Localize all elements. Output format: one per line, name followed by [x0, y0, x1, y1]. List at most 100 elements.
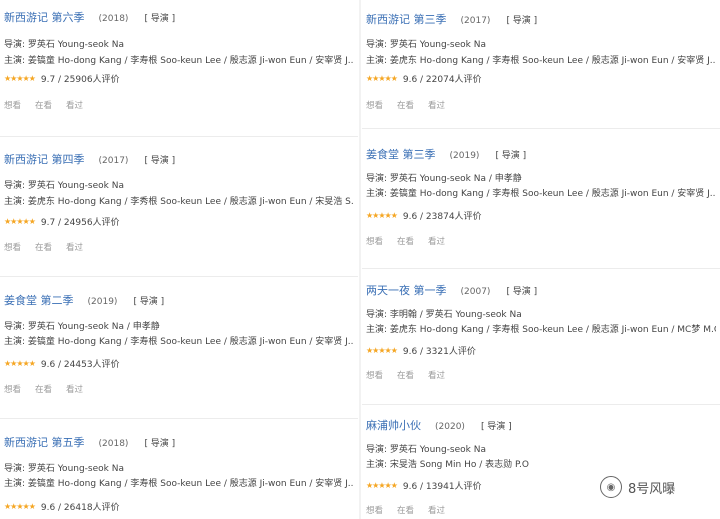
cast-line: 主演: 姜镐童 Ho-dong Kang / 李寿根 Soo-keun Lee … [366, 189, 716, 199]
rating-text: 9.7 / 25906人评价 [40, 75, 120, 85]
rating-text: 9.6 / 3321人评价 [402, 347, 476, 357]
watched-link[interactable]: 看过 [428, 369, 445, 381]
director-line: 导演: 罗英石 Young-seok Na [366, 40, 486, 50]
watching-link[interactable]: 在看 [35, 241, 52, 253]
director-line: 导演: 罗英石 Young-seok Na [4, 181, 124, 191]
show-year: (2007) [460, 287, 491, 297]
show-title-link[interactable]: 姜食堂 第二季 [4, 292, 74, 308]
star-rating-icon: ★★★★★ [4, 74, 36, 83]
rating-text: 9.7 / 24956人评价 [40, 218, 120, 228]
right-column: 新西游记 第三季 (2017) [ 导演 ] 导演: 罗英石 Young-seo… [362, 0, 720, 519]
action-links: 想看 在看 看过 [366, 99, 459, 111]
star-rating-icon: ★★★★★ [366, 346, 398, 355]
show-year: (2017) [98, 156, 129, 166]
show-title-link[interactable]: 新西游记 第六季 [4, 9, 85, 25]
director-line: 导演: 罗英石 Young-seok Na / 申孝静 [366, 174, 522, 184]
cast-line: 主演: 姜虎东 Ho-dong Kang / 李寿根 Soo-keun Lee … [366, 56, 716, 66]
director-tag: [ 导演 ] [506, 287, 538, 297]
show-card: 姜食堂 第三季 (2019) [ 导演 ] 导演: 罗英石 Young-seok… [362, 128, 720, 269]
director-tag: [ 导演 ] [144, 156, 176, 166]
action-links: 想看 在看 看过 [4, 99, 97, 111]
show-title-link[interactable]: 麻浦帅小伙 [366, 417, 421, 433]
show-year: (2019) [87, 297, 118, 307]
watermark-text: 8号风曝 [628, 481, 676, 497]
director-tag: [ 导演 ] [506, 16, 538, 26]
show-year: (2018) [98, 14, 129, 24]
watching-link[interactable]: 在看 [397, 369, 414, 381]
action-links: 想看 在看 看过 [366, 504, 459, 516]
show-card: 麻浦帅小伙 (2020) [ 导演 ] 导演: 罗英石 Young-seok N… [362, 404, 720, 519]
director-tag: [ 导演 ] [495, 151, 527, 161]
show-title-link[interactable]: 姜食堂 第三季 [366, 146, 436, 162]
watched-link[interactable]: 看过 [66, 99, 83, 111]
want-to-watch-link[interactable]: 想看 [366, 99, 383, 111]
cast-line: 主演: 姜镐童 Ho-dong Kang / 李寿根 Soo-keun Lee … [4, 479, 354, 489]
director-line: 导演: 罗英石 Young-seok Na / 申孝静 [4, 322, 160, 332]
watching-link[interactable]: 在看 [35, 99, 52, 111]
show-card: 新西游记 第三季 (2017) [ 导演 ] 导演: 罗英石 Young-seo… [362, 0, 720, 129]
watching-link[interactable]: 在看 [397, 99, 414, 111]
show-year: (2019) [449, 151, 480, 161]
watching-link[interactable]: 在看 [35, 383, 52, 395]
want-to-watch-link[interactable]: 想看 [366, 235, 383, 247]
rating-text: 9.6 / 26418人评价 [40, 503, 120, 513]
rating-row: ★★★★★ 9.6 / 23874人评价 [366, 209, 482, 222]
rating-text: 9.6 / 13941人评价 [402, 482, 482, 492]
show-card: 新西游记 第六季 (2018) [ 导演 ] 导演: 罗英石 Young-seo… [0, 0, 358, 137]
rating-text: 9.6 / 23874人评价 [402, 212, 482, 222]
action-links: 想看 在看 看过 [366, 235, 459, 247]
cast-line: 主演: 姜虎东 Ho-dong Kang / 李秀根 Soo-keun Lee … [4, 197, 354, 207]
star-rating-icon: ★★★★★ [366, 211, 398, 220]
show-title-link[interactable]: 两天一夜 第一季 [366, 282, 447, 298]
watched-link[interactable]: 看过 [66, 241, 83, 253]
watching-link[interactable]: 在看 [397, 504, 414, 516]
column-divider [359, 0, 361, 519]
watermark: ◉ 8号风曝 [600, 476, 675, 498]
watched-link[interactable]: 看过 [428, 504, 445, 516]
watching-link[interactable]: 在看 [397, 235, 414, 247]
star-rating-icon: ★★★★★ [366, 74, 398, 83]
left-column: 新西游记 第六季 (2018) [ 导演 ] 导演: 罗英石 Young-seo… [0, 0, 358, 519]
want-to-watch-link[interactable]: 想看 [4, 241, 21, 253]
rating-row: ★★★★★ 9.6 / 22074人评价 [366, 72, 482, 85]
show-title-link[interactable]: 新西游记 第三季 [366, 11, 447, 27]
rating-row: ★★★★★ 9.6 / 26418人评价 [4, 500, 120, 513]
show-card: 两天一夜 第一季 (2007) [ 导演 ] 导演: 李明翰 / 罗英石 You… [362, 268, 720, 405]
rating-row: ★★★★★ 9.6 / 13941人评价 [366, 479, 482, 492]
director-line: 导演: 李明翰 / 罗英石 Young-seok Na [366, 310, 522, 320]
director-line: 导演: 罗英石 Young-seok Na [366, 445, 486, 455]
director-tag: [ 导演 ] [144, 14, 176, 24]
want-to-watch-link[interactable]: 想看 [4, 99, 21, 111]
star-rating-icon: ★★★★★ [366, 481, 398, 490]
cast-line: 主演: 姜虎东 Ho-dong Kang / 李寿根 Soo-keun Lee … [366, 325, 716, 335]
watched-link[interactable]: 看过 [428, 235, 445, 247]
rating-text: 9.6 / 22074人评价 [402, 75, 482, 85]
star-rating-icon: ★★★★★ [4, 359, 36, 368]
rating-row: ★★★★★ 9.7 / 25906人评价 [4, 72, 120, 85]
show-year: (2018) [98, 439, 129, 449]
want-to-watch-link[interactable]: 想看 [366, 504, 383, 516]
action-links: 想看 在看 看过 [4, 241, 97, 253]
watched-link[interactable]: 看过 [66, 383, 83, 395]
watched-link[interactable]: 看过 [428, 99, 445, 111]
action-links: 想看 在看 看过 [366, 369, 459, 381]
cast-line: 主演: 宋旻浩 Song Min Ho / 表志勋 P.O [366, 460, 529, 470]
show-year: (2017) [460, 16, 491, 26]
director-line: 导演: 罗英石 Young-seok Na [4, 40, 124, 50]
rating-row: ★★★★★ 9.6 / 3321人评价 [366, 344, 476, 357]
star-rating-icon: ★★★★★ [4, 217, 36, 226]
director-line: 导演: 罗英石 Young-seok Na [4, 464, 124, 474]
show-card: 新西游记 第四季 (2017) [ 导演 ] 导演: 罗英石 Young-seo… [0, 136, 358, 277]
want-to-watch-link[interactable]: 想看 [366, 369, 383, 381]
director-tag: [ 导演 ] [480, 422, 512, 432]
show-card: 姜食堂 第二季 (2019) [ 导演 ] 导演: 罗英石 Young-seok… [0, 276, 358, 419]
star-rating-icon: ★★★★★ [4, 502, 36, 511]
wechat-icon: ◉ [600, 476, 622, 498]
show-title-link[interactable]: 新西游记 第五季 [4, 434, 85, 450]
director-tag: [ 导演 ] [133, 297, 165, 307]
rating-text: 9.6 / 24453人评价 [40, 360, 120, 370]
show-title-link[interactable]: 新西游记 第四季 [4, 151, 85, 167]
want-to-watch-link[interactable]: 想看 [4, 383, 21, 395]
cast-line: 主演: 姜镐童 Ho-dong Kang / 李寿根 Soo-keun Lee … [4, 56, 354, 66]
director-tag: [ 导演 ] [144, 439, 176, 449]
